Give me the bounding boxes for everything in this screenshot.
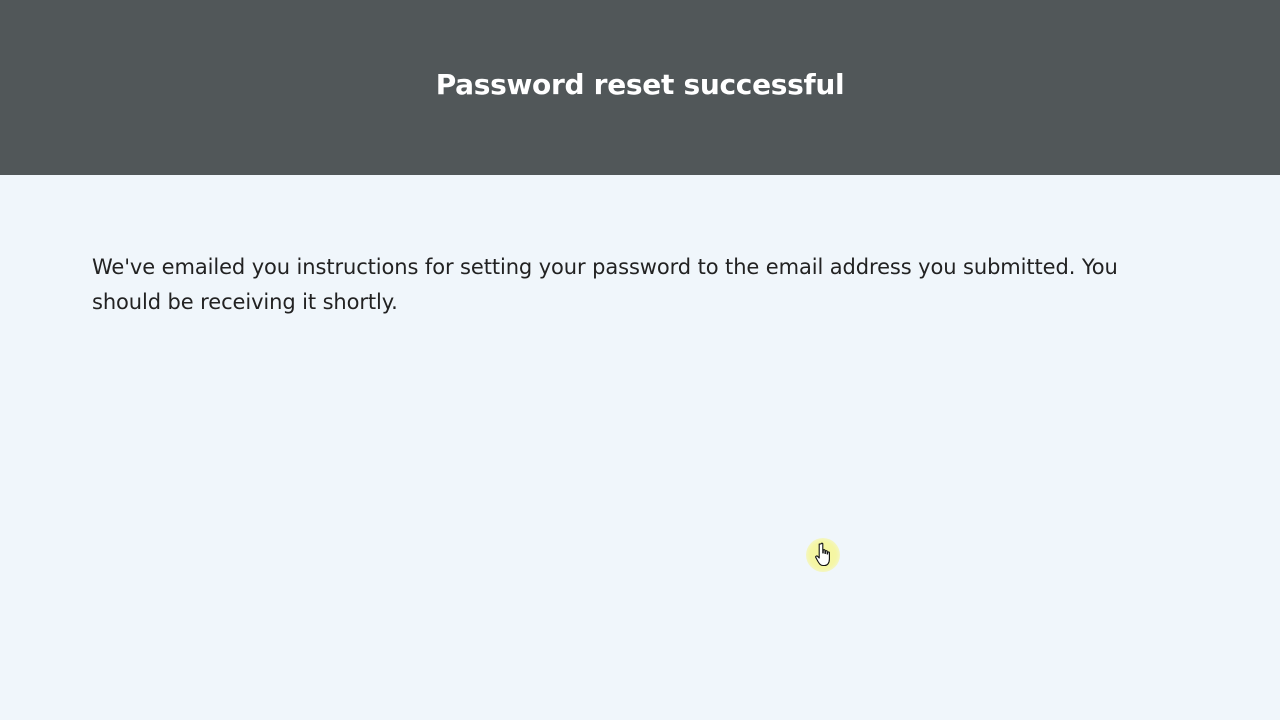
mouse-cursor-highlight (806, 538, 840, 572)
hand-pointer-icon (815, 542, 830, 567)
page-title: Password reset successful (435, 68, 845, 101)
page: Password reset successful We've emailed … (0, 0, 1280, 720)
main-content: We've emailed you instructions for setti… (92, 250, 1152, 320)
confirmation-message: We've emailed you instructions for setti… (92, 255, 1118, 314)
page-header: Password reset successful (0, 0, 1280, 175)
